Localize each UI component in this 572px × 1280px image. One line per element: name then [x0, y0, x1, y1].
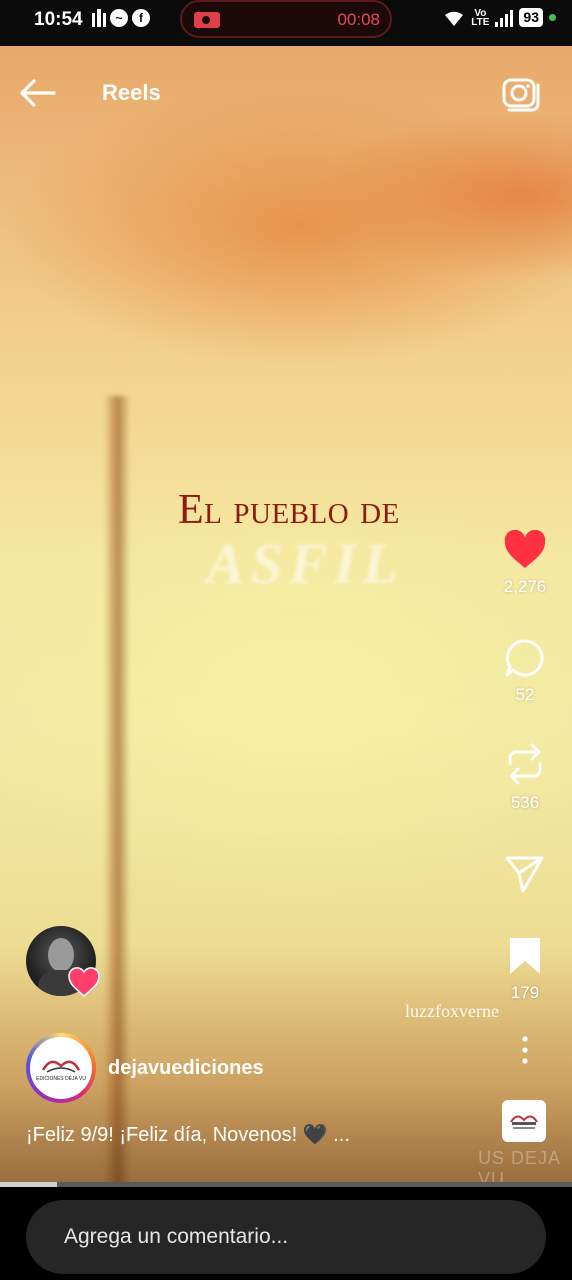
- system-icons: Vo LTE 93: [443, 8, 556, 27]
- wifi-icon: [445, 11, 464, 26]
- send-icon: [505, 856, 544, 893]
- comment-bar: Agrega un comentario...: [0, 1187, 572, 1280]
- video-watermark: luzzfoxverne: [405, 1001, 499, 1021]
- repost-count: 536: [510, 793, 540, 812]
- more-options-button[interactable]: [492, 1036, 558, 1069]
- video-subtitle-text: ASFIL: [206, 531, 404, 596]
- camera-icon: [502, 78, 540, 112]
- like-count: 2,276: [503, 577, 547, 596]
- more-vertical-icon: [522, 1036, 528, 1064]
- clock: 10:54: [34, 9, 83, 30]
- notification-icons: ~ f: [92, 9, 150, 27]
- comment-icon: [505, 639, 544, 677]
- page-title: Reels: [102, 80, 161, 105]
- bookmark-icon: [510, 938, 540, 974]
- repost-button[interactable]: 536: [492, 742, 558, 813]
- messenger-icon: ~: [110, 9, 128, 27]
- signal-icon: [495, 9, 514, 27]
- video-camera-icon: [194, 12, 220, 28]
- vibrate-icon: [92, 9, 106, 27]
- logo-text-strip: [513, 1127, 535, 1129]
- comment-count: 52: [515, 685, 535, 704]
- charging-dot: [549, 14, 556, 21]
- comment-input[interactable]: Agrega un comentario...: [26, 1200, 546, 1274]
- video-title-text: El pueblo de: [178, 487, 400, 533]
- author-logo-text: EDICIONES DEJA VU: [36, 1076, 86, 1082]
- author-avatar[interactable]: EDICIONES DEJA VU: [26, 1033, 96, 1103]
- audio-thumbnail[interactable]: [502, 1100, 546, 1142]
- heart-icon: [504, 529, 546, 568]
- logo-icon: [41, 1060, 81, 1073]
- author-username[interactable]: dejavuediciones: [108, 1057, 264, 1080]
- repost-icon: [508, 743, 542, 785]
- arrow-left-icon: [20, 79, 56, 107]
- screen-recording-indicator[interactable]: 00:08: [180, 0, 392, 38]
- battery-level: 93: [519, 8, 543, 27]
- facebook-icon: f: [132, 9, 150, 27]
- back-button[interactable]: [18, 78, 58, 108]
- recording-timer: 00:08: [337, 10, 380, 29]
- comment-button[interactable]: 52: [492, 638, 558, 705]
- post-caption[interactable]: ¡Feliz 9/9! ¡Feliz día, Novenos! 🖤 ...: [26, 1122, 350, 1147]
- volte-label: Vo LTE: [471, 7, 490, 28]
- status-bar: 10:54 ~ f 00:08 Vo LTE 93: [0, 0, 572, 46]
- share-button[interactable]: [492, 854, 558, 899]
- camera-button[interactable]: [500, 74, 540, 112]
- author-logo: EDICIONES DEJA VU: [30, 1037, 92, 1099]
- save-count: 179: [510, 983, 540, 1002]
- like-button[interactable]: 2,276: [492, 529, 558, 597]
- heart-badge-icon: [67, 966, 101, 998]
- save-button[interactable]: 179: [492, 936, 558, 1003]
- logo-icon: [510, 1115, 538, 1125]
- comment-placeholder: Agrega un comentario...: [64, 1225, 289, 1248]
